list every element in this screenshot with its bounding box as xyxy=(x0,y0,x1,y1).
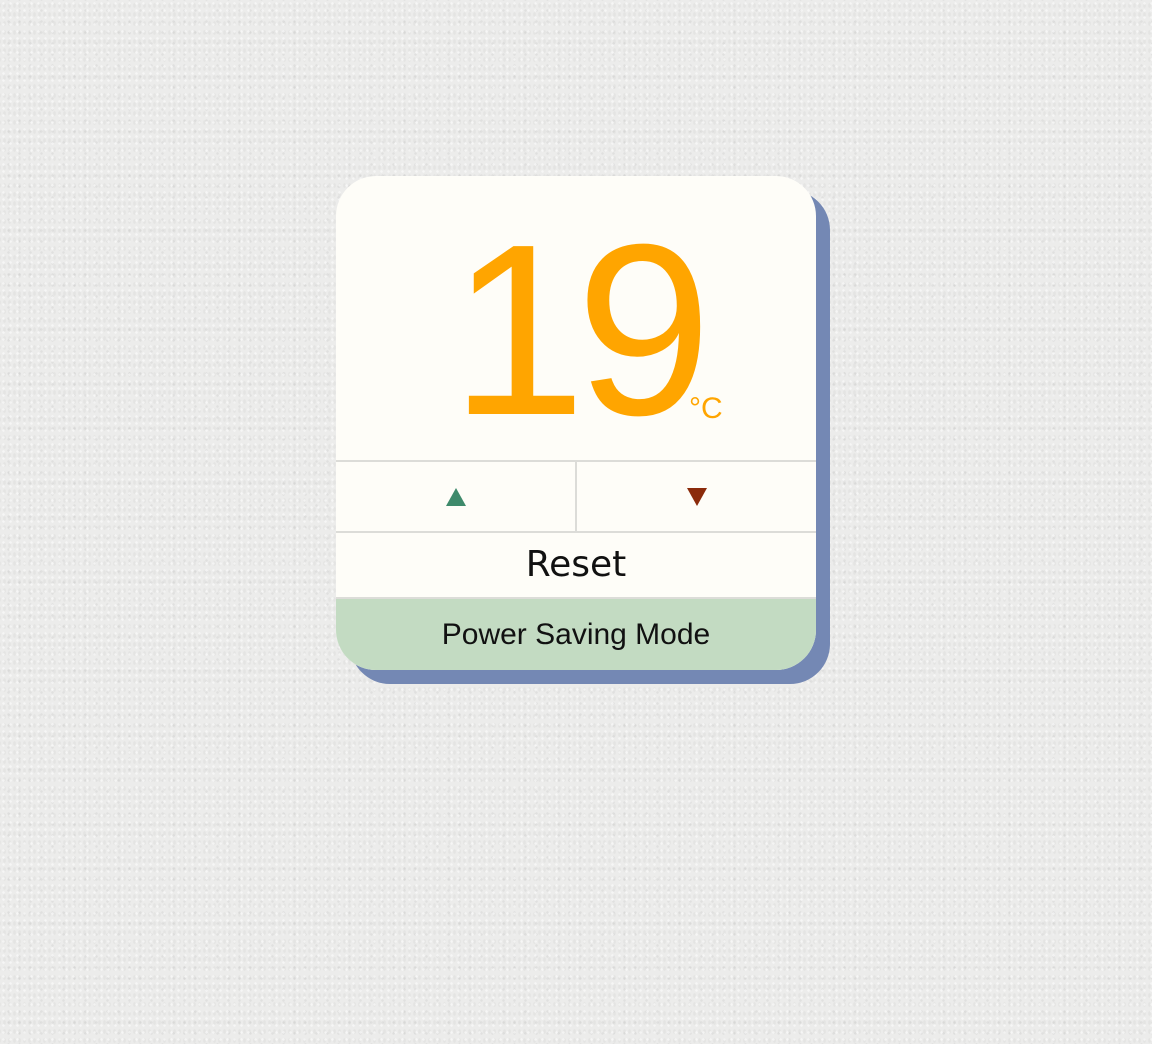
reset-button[interactable]: Reset xyxy=(336,531,816,599)
increase-temperature-button[interactable] xyxy=(336,462,577,531)
temperature-controls xyxy=(336,460,816,533)
thermostat-panel: 19 °C Reset Power Saving Mode xyxy=(336,176,816,670)
decrease-temperature-button[interactable] xyxy=(577,462,816,531)
triangle-up-icon xyxy=(445,487,466,506)
temperature-value: 19 xyxy=(450,193,711,466)
temperature-display: 19 °C xyxy=(336,176,816,460)
triangle-down-icon xyxy=(686,487,707,506)
power-saving-mode-button[interactable]: Power Saving Mode xyxy=(336,599,816,670)
temperature-unit: °C xyxy=(689,392,723,425)
